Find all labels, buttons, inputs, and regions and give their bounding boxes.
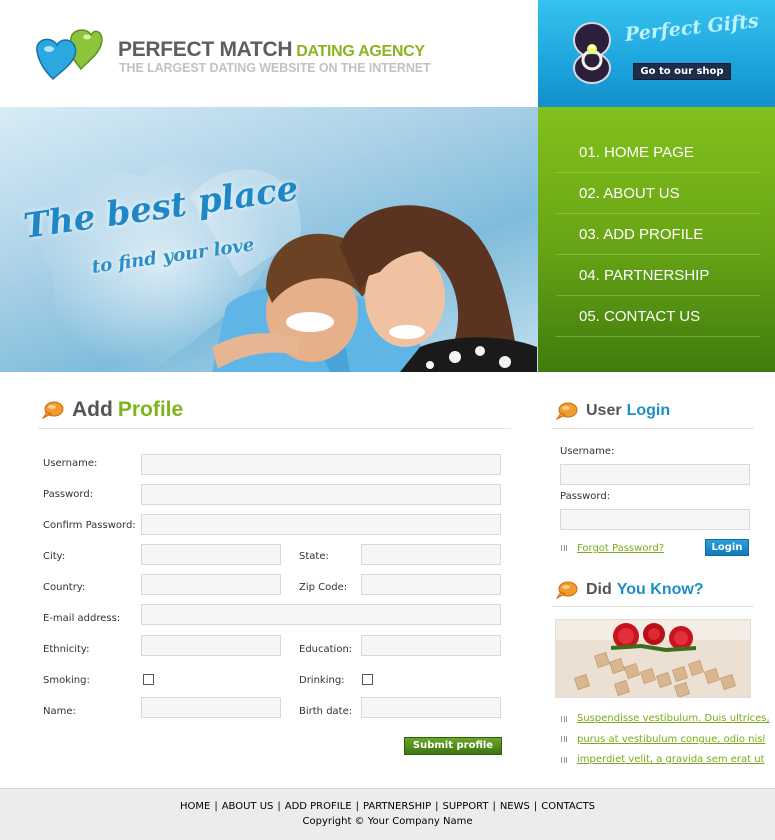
country-label: Country:: [43, 582, 86, 593]
speech-bubble-icon: [42, 401, 64, 419]
bullet-icon: [561, 545, 567, 551]
footer-link-home[interactable]: HOME: [180, 801, 210, 812]
ethnicity-field[interactable]: [141, 635, 281, 656]
username-field[interactable]: [141, 454, 501, 475]
footer-link-contacts[interactable]: CONTACTS: [541, 801, 595, 812]
country-field[interactable]: [141, 574, 281, 595]
login-username-label: Username:: [560, 446, 615, 457]
divider: [552, 428, 754, 429]
confirm-password-field[interactable]: [141, 514, 501, 535]
footer-links: HOME | ABOUT US | ADD PROFILE | PARTNERSHIP | SU…: [179, 801, 596, 812]
divider: [38, 428, 511, 429]
education-field[interactable]: [361, 635, 501, 656]
footer-link-partnership[interactable]: PARTNERSHIP: [363, 801, 431, 812]
user-login-heading: User Login: [556, 402, 670, 420]
dyk-title-part2: You Know?: [616, 581, 704, 598]
smoking-label: Smoking:: [43, 675, 90, 686]
speech-bubble-icon: [556, 402, 578, 420]
city-field[interactable]: [141, 544, 281, 565]
birth-date-field[interactable]: [361, 697, 501, 718]
login-password-field[interactable]: [560, 509, 750, 530]
login-title-part1: User: [586, 402, 622, 419]
drinking-checkbox[interactable]: [362, 674, 373, 685]
nav-item-about[interactable]: 02. ABOUT US: [556, 173, 760, 214]
education-label: Education:: [299, 644, 353, 655]
name-label: Name:: [43, 706, 76, 717]
login-username-field[interactable]: [560, 464, 750, 485]
main-navigation: 01. HOME PAGE 02. ABOUT US 03. ADD PROFI…: [538, 107, 775, 372]
add-profile-heading: Add Profile: [42, 398, 183, 422]
name-field[interactable]: [141, 697, 281, 718]
dyk-title-part1: Did: [586, 581, 612, 598]
speech-bubble-icon: [556, 581, 578, 599]
ethnicity-label: Ethnicity:: [43, 644, 90, 655]
brand-accent: DATING AGENCY: [296, 43, 425, 60]
footer-link-add-profile[interactable]: ADD PROFILE: [285, 801, 352, 812]
gifts-title: Perfect Gifts: [623, 10, 760, 46]
brand-tagline: THE LARGEST DATING WEBSITE ON THE INTERN…: [119, 61, 431, 75]
site-footer: HOME | ABOUT US | ADD PROFILE | PARTNERSHIP | SU…: [0, 788, 775, 840]
hero-photo: [35, 152, 537, 372]
dyk-link-2[interactable]: purus at vestibulum congue, odio nisl: [577, 734, 765, 745]
footer-link-news[interactable]: NEWS: [500, 801, 530, 812]
dyk-link-1[interactable]: Suspendisse vestibulum. Duis ultrices,: [577, 713, 770, 724]
go-to-shop-button[interactable]: Go to our shop: [633, 63, 731, 80]
email-field[interactable]: [141, 604, 501, 625]
roses-letter-tiles-image: [555, 619, 751, 698]
state-field[interactable]: [361, 544, 501, 565]
ring-box-icon: [573, 22, 611, 84]
add-profile-title-part2: Profile: [117, 398, 184, 421]
nav-item-add-profile[interactable]: 03. ADD PROFILE: [556, 214, 760, 255]
hearts-logo-icon[interactable]: [31, 25, 103, 83]
birth-date-label: Birth date:: [299, 706, 353, 717]
username-label: Username:: [43, 458, 98, 469]
city-label: City:: [43, 551, 66, 562]
bullet-icon: [561, 736, 567, 742]
zip-code-field[interactable]: [361, 574, 501, 595]
state-label: State:: [299, 551, 329, 562]
did-you-know-heading: Did You Know?: [556, 581, 704, 599]
nav-item-home[interactable]: 01. HOME PAGE: [556, 132, 760, 173]
brand-title: PERFECT MATCH DATING AGENCY: [118, 38, 425, 62]
submit-profile-button[interactable]: Submit profile: [404, 737, 502, 755]
brand-name: PERFECT MATCH: [118, 38, 293, 61]
hero-banner: The best place to find your love: [0, 107, 538, 372]
copyright-text: Copyright © Your Company Name: [302, 816, 473, 827]
site-header: PERFECT MATCH DATING AGENCY THE LARGEST D…: [0, 0, 538, 107]
login-button[interactable]: Login: [705, 539, 749, 556]
add-profile-title-part1: Add: [72, 398, 113, 421]
login-password-label: Password:: [560, 491, 611, 502]
login-title-part2: Login: [626, 402, 671, 419]
smoking-checkbox[interactable]: [143, 674, 154, 685]
footer-link-support[interactable]: SUPPORT: [443, 801, 489, 812]
gifts-banner: Perfect Gifts Go to our shop: [538, 0, 775, 107]
drinking-label: Drinking:: [299, 675, 345, 686]
footer-link-about[interactable]: ABOUT US: [222, 801, 274, 812]
zip-code-label: Zip Code:: [299, 582, 348, 593]
password-label: Password:: [43, 489, 94, 500]
forgot-password-link[interactable]: Forgot Password?: [577, 543, 664, 554]
password-field[interactable]: [141, 484, 501, 505]
confirm-password-label: Confirm Password:: [43, 520, 136, 531]
divider: [552, 606, 754, 607]
bullet-icon: [561, 757, 567, 763]
nav-item-contact[interactable]: 05. CONTACT US: [556, 296, 760, 337]
email-label: E-mail address:: [43, 613, 121, 624]
dyk-link-3[interactable]: imperdiet velit, a gravida sem erat ut: [577, 754, 765, 765]
bullet-icon: [561, 716, 567, 722]
nav-item-partnership[interactable]: 04. PARTNERSHIP: [556, 255, 760, 296]
